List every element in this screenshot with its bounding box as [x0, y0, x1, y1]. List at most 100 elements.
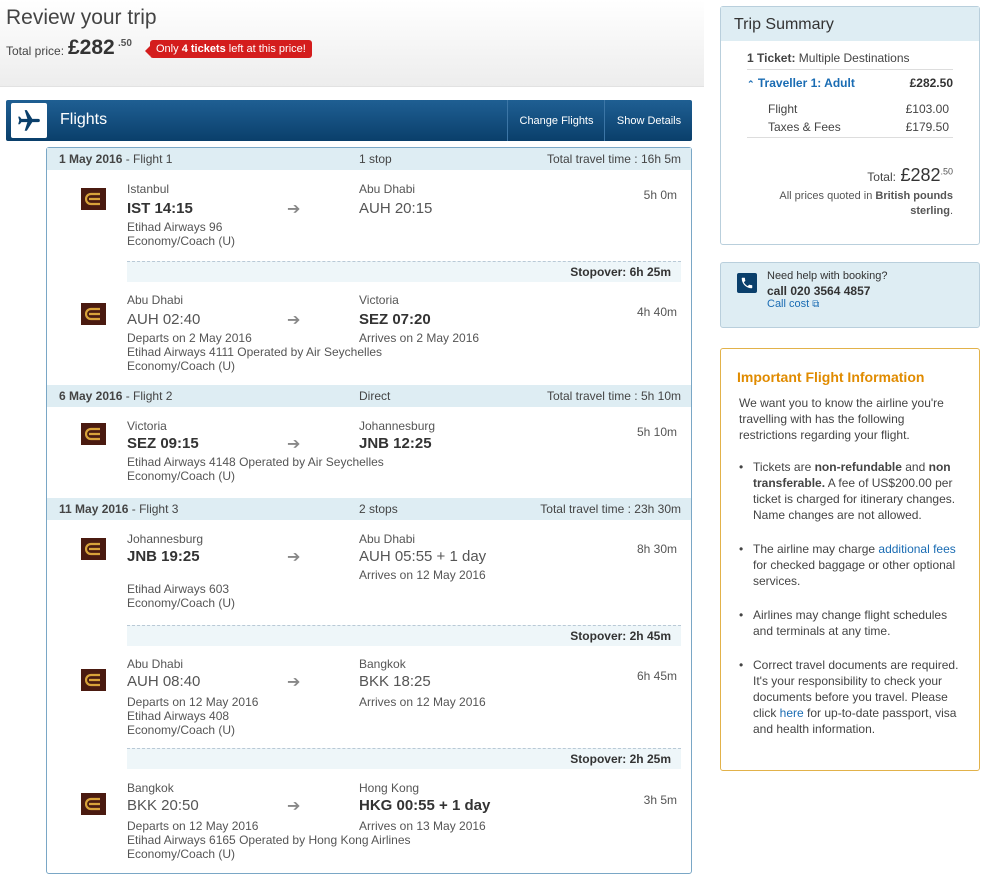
- stopover-duration: Stopover: 6h 25m: [570, 265, 671, 279]
- etihad-logo-icon: [81, 188, 106, 210]
- arrival-time: SEZ 07:20: [359, 311, 431, 328]
- fees-text-b: for checked baggage or other optional se…: [753, 558, 956, 588]
- departure-time: AUH 02:40: [127, 311, 201, 328]
- currency-note-end: .: [949, 205, 953, 217]
- arrival-time: HKG 00:55 + 1 day: [359, 797, 491, 814]
- summary-total: Total: £282.50: [867, 165, 953, 186]
- arrival-city: Abu Dhabi: [359, 182, 416, 196]
- etihad-logo-icon: [81, 303, 106, 325]
- traveller-toggle[interactable]: ⌃ Traveller 1: Adult: [747, 76, 855, 90]
- refund-bold: non-refundable: [814, 460, 902, 474]
- summary-total-label: Total:: [867, 170, 896, 184]
- airline-info: Etihad Airways 96: [127, 220, 223, 234]
- external-link-icon: ⧉: [812, 299, 820, 310]
- arrival-city: Hong Kong: [359, 781, 420, 795]
- divider: [747, 137, 953, 138]
- departure-date-note: Departs on 12 May 2016: [127, 695, 259, 709]
- arrival-date-note: Arrives on 13 May 2016: [359, 819, 486, 833]
- cabin-class: Economy/Coach (U): [127, 469, 236, 483]
- arrow-right-icon: ➔: [287, 312, 301, 329]
- departure-city: Abu Dhabi: [127, 657, 184, 671]
- taxes-label: Taxes & Fees: [768, 120, 841, 134]
- info-intro: We want you to know the airline you're t…: [739, 396, 944, 442]
- section-date-label: 11 May 2016 - Flight 3: [59, 502, 178, 516]
- flight-itinerary-panel: 1 May 2016 - Flight 1 1 stop Total trave…: [46, 147, 692, 874]
- total-price-amount: £282: [68, 36, 115, 59]
- divider: [747, 69, 953, 70]
- airline-info: Etihad Airways 603: [127, 582, 230, 596]
- flights-title: Flights: [60, 111, 108, 128]
- badge-prefix: Only: [156, 43, 182, 55]
- call-cost-link[interactable]: Call cost ⧉: [767, 298, 819, 310]
- departure-time: JNB 19:25: [127, 548, 200, 565]
- change-flights-button[interactable]: Change Flights: [507, 100, 605, 141]
- documents-here-link[interactable]: here: [780, 706, 804, 720]
- cabin-class: Economy/Coach (U): [127, 596, 236, 610]
- info-bullet-schedules: Airlines may change flight schedules and…: [739, 607, 965, 639]
- flights-bar: Flights Change Flights Show Details: [6, 100, 692, 141]
- help-box: Need help with booking? call 020 3564 48…: [720, 262, 980, 328]
- section-date-label: 1 May 2016 - Flight 1: [59, 152, 172, 166]
- stopover-row: Stopover: 2h 45m: [127, 625, 681, 646]
- departure-time: IST 14:15: [127, 200, 193, 217]
- traveller-label: Traveller 1: Adult: [757, 76, 855, 90]
- arrival-city: Bangkok: [359, 657, 406, 671]
- traveller-price: £282.50: [909, 76, 953, 90]
- stopover-row: Stopover: 6h 25m: [127, 261, 681, 282]
- departure-city: Istanbul: [127, 182, 170, 196]
- cabin-class: Economy/Coach (U): [127, 359, 236, 373]
- stopover-row: Stopover: 2h 25m: [127, 748, 681, 769]
- chevron-up-icon: ⌃: [747, 79, 755, 89]
- section-stops: 2 stops: [359, 502, 398, 516]
- etihad-logo-icon: [81, 423, 106, 445]
- cabin-class: Economy/Coach (U): [127, 847, 236, 861]
- departure-city: Victoria: [127, 419, 167, 433]
- summary-total-decimal: .50: [940, 166, 953, 177]
- section-flight-number: - Flight 1: [122, 152, 173, 166]
- arrow-right-icon: ➔: [287, 798, 301, 815]
- departure-city: Bangkok: [127, 781, 174, 795]
- important-info-title: Important Flight Information: [737, 369, 925, 385]
- departure-time: AUH 08:40: [127, 673, 201, 690]
- plane-icon: [11, 103, 47, 138]
- flight-section-header: 1 May 2016 - Flight 1 1 stop Total trave…: [47, 148, 691, 170]
- ticket-count-bold: 1 Ticket:: [747, 51, 796, 65]
- show-details-button[interactable]: Show Details: [604, 100, 693, 141]
- etihad-logo-icon: [81, 793, 106, 815]
- cabin-class: Economy/Coach (U): [127, 234, 236, 248]
- ticket-type: Multiple Destinations: [795, 51, 910, 65]
- review-header: Review your trip Total price: £282 .50 O…: [0, 0, 704, 87]
- arrival-time: AUH 05:55 + 1 day: [359, 548, 487, 565]
- section-flight-number: - Flight 2: [122, 389, 173, 403]
- flight-leg: Abu Dhabi AUH 02:40 ➔ Victoria SEZ 07:20…: [47, 291, 691, 383]
- airline-info: Etihad Airways 4111 Operated by Air Seyc…: [127, 345, 383, 359]
- departure-time: BKK 20:50: [127, 797, 199, 814]
- airline-info: Etihad Airways 6165 Operated by Hong Kon…: [127, 833, 411, 847]
- cabin-class: Economy/Coach (U): [127, 723, 236, 737]
- flight-leg: Johannesburg JNB 19:25 ➔ Abu Dhabi AUH 0…: [47, 526, 691, 618]
- tickets-left-badge: Only 4 tickets left at this price!: [145, 40, 312, 58]
- info-bullet-fees: The airline may charge additional fees f…: [739, 541, 965, 589]
- flight-leg: Abu Dhabi AUH 08:40 ➔ Bangkok BKK 18:25 …: [47, 655, 691, 747]
- badge-count: 4 tickets: [181, 43, 226, 55]
- currency-name: British pounds: [875, 190, 953, 202]
- arrival-city: Victoria: [359, 293, 399, 307]
- trip-summary-header: Trip Summary: [721, 7, 979, 41]
- refund-text-a: Tickets are: [753, 460, 815, 474]
- flight-price: £103.00: [905, 102, 949, 116]
- flight-section-header: 6 May 2016 - Flight 2 Direct Total trave…: [47, 385, 691, 407]
- leg-duration: 5h 10m: [636, 425, 677, 439]
- badge-suffix: left at this price!: [225, 43, 306, 55]
- stopover-duration: Stopover: 2h 45m: [570, 629, 671, 643]
- help-text: Need help with booking?: [767, 270, 888, 282]
- airline-info: Etihad Airways 4148 Operated by Air Seyc…: [127, 455, 384, 469]
- arrow-right-icon: ➔: [287, 674, 301, 691]
- flight-leg: Bangkok BKK 20:50 ➔ Hong Kong HKG 00:55 …: [47, 779, 691, 871]
- section-date: 6 May 2016: [59, 389, 123, 403]
- arrival-time: BKK 18:25: [359, 673, 431, 690]
- ticket-count: 1 Ticket: Multiple Destinations: [747, 51, 910, 65]
- additional-fees-link[interactable]: additional fees: [878, 542, 955, 556]
- trip-summary-title: Trip Summary: [734, 16, 834, 33]
- flight-section-header: 11 May 2016 - Flight 3 2 stops Total tra…: [47, 498, 691, 520]
- arrival-city: Johannesburg: [359, 419, 436, 433]
